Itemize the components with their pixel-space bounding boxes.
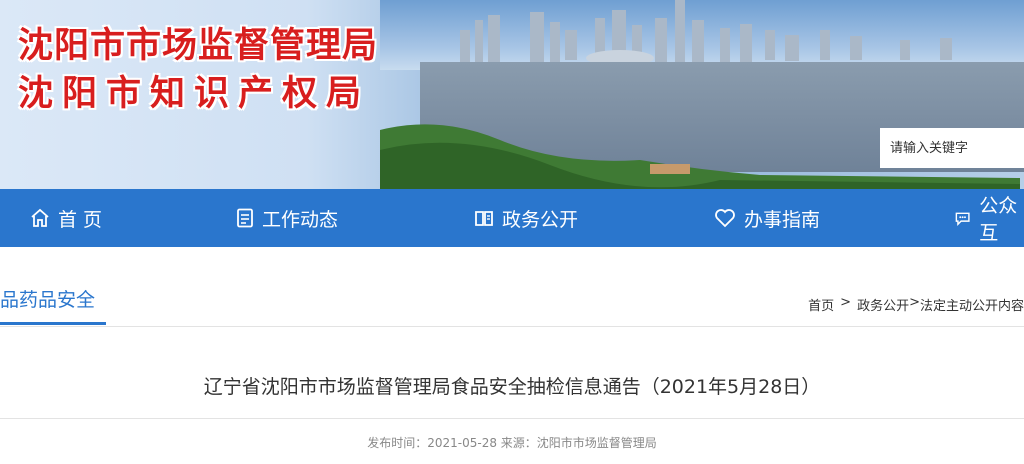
nav-item-work-news[interactable]: 工作动态 <box>236 189 338 247</box>
nav-label: 工作动态 <box>262 208 339 231</box>
search-input[interactable] <box>888 139 1022 157</box>
section-title: 品药品安全 <box>0 276 106 325</box>
breadcrumb-legal-disclosure[interactable]: 法定主动公开内容 <box>920 295 1024 314</box>
book-icon <box>475 211 493 226</box>
breadcrumb-separator: > <box>840 295 852 310</box>
nav-item-service-guide[interactable]: 办事指南 <box>714 189 820 247</box>
nav-label: 首 页 <box>58 208 103 231</box>
divider <box>0 418 1024 419</box>
breadcrumb-separator: > <box>909 295 920 310</box>
section-header: 品药品安全 首页 > 政务公开 > 法定主动公开内容 <box>0 270 1024 327</box>
home-icon <box>31 208 49 227</box>
nav-item-public-interaction[interactable]: 公众互 <box>954 189 1024 247</box>
header-banner: 沈阳市市场监督管理局 沈阳市知识产权局 <box>0 0 1024 189</box>
site-title-line2: 沈阳市知识产权局 <box>18 74 371 114</box>
nav-label: 公众互 <box>979 195 1018 244</box>
site-title-line1: 沈阳市市场监督管理局 <box>18 26 379 66</box>
article-meta: 发布时间：2021-05-28 来源：沈阳市市场监督管理局 <box>367 436 657 450</box>
breadcrumb-gov-affairs[interactable]: 政务公开 <box>857 295 909 314</box>
nav-item-home[interactable]: 首 页 <box>30 189 102 247</box>
document-icon <box>237 208 253 228</box>
heart-icon <box>715 209 735 228</box>
main-nav: 首 页 工作动态 政务公开 办事指南 公众互 <box>0 189 1024 247</box>
breadcrumb-home[interactable]: 首页 <box>808 295 834 314</box>
nav-label: 办事指南 <box>744 208 821 231</box>
nav-item-gov-affairs[interactable]: 政务公开 <box>474 189 578 247</box>
article-title: 辽宁省沈阳市市场监督管理局食品安全抽检信息通告（2021年5月28日） <box>203 376 821 398</box>
breadcrumb: 首页 > 政务公开 > 法定主动公开内容 <box>808 295 1024 314</box>
chat-icon <box>955 212 970 226</box>
search-box <box>880 128 1024 168</box>
nav-label: 政务公开 <box>502 208 579 231</box>
